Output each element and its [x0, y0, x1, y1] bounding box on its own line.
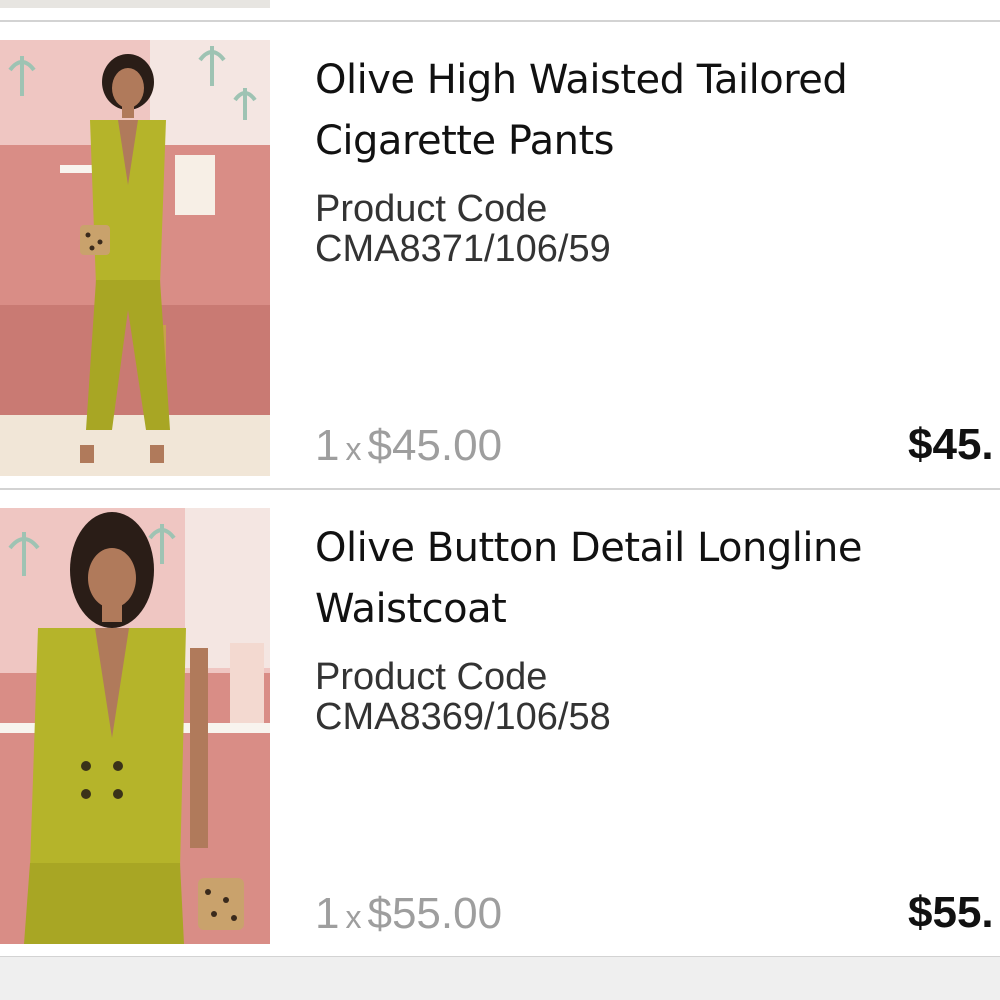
product-code: Product Code CMA8371/106/59: [315, 189, 611, 269]
product-code-value: CMA8369/106/58: [315, 696, 611, 738]
line-total: $45.: [908, 420, 994, 469]
quantity-unit-price: 1 x $55.00: [315, 889, 502, 942]
product-code-label: Product Code: [315, 656, 548, 698]
product-photo-pants-icon: [0, 40, 270, 476]
product-image[interactable]: [0, 40, 270, 476]
quantity: 1: [315, 421, 340, 470]
previous-item-image-edge: [0, 0, 270, 8]
cart-screen: Olive High Waisted Tailored Cigarette Pa…: [0, 0, 1000, 1000]
unit-price: $55.00: [367, 889, 503, 938]
product-code-label: Product Code: [315, 188, 548, 230]
footer-area: [0, 957, 1000, 1000]
product-code-value: CMA8371/106/59: [315, 228, 611, 270]
quantity-unit-price: 1 x $45.00: [315, 421, 502, 474]
product-title[interactable]: Olive Button Detail Longline Waistcoat: [315, 518, 955, 640]
unit-price: $45.00: [367, 421, 503, 470]
line-total: $55.: [908, 888, 994, 937]
product-image[interactable]: [0, 508, 270, 944]
quantity: 1: [315, 889, 340, 938]
cart-item: Olive High Waisted Tailored Cigarette Pa…: [0, 40, 1000, 476]
divider: [0, 20, 1000, 22]
multiply-sign: x: [345, 899, 362, 935]
divider: [0, 488, 1000, 490]
product-title[interactable]: Olive High Waisted Tailored Cigarette Pa…: [315, 50, 955, 172]
cart-item: Olive Button Detail Longline Waistcoat P…: [0, 508, 1000, 944]
product-photo-waistcoat-icon: [0, 508, 270, 944]
multiply-sign: x: [345, 431, 362, 467]
product-code: Product Code CMA8369/106/58: [315, 657, 611, 737]
